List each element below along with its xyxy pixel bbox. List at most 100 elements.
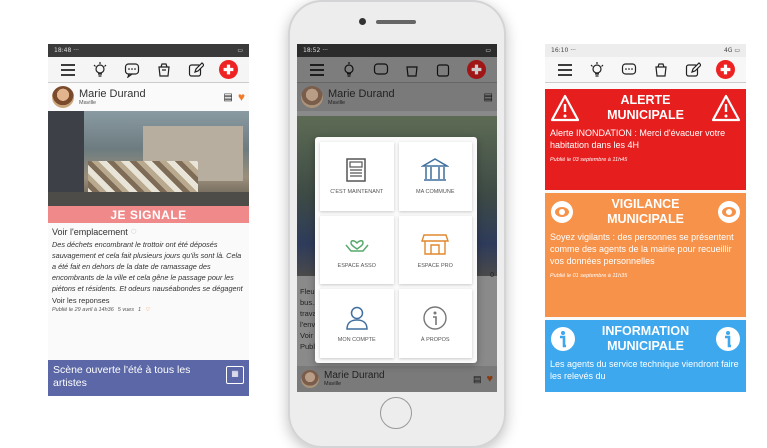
eye-icon — [551, 201, 573, 223]
replies-link[interactable]: Voir les reponses — [48, 296, 249, 305]
edit-icon[interactable] — [435, 61, 453, 79]
menu-icon[interactable] — [59, 61, 77, 79]
chat-icon[interactable] — [372, 61, 390, 79]
vigilance-title: VIGILANCE — [611, 197, 680, 211]
status-bar: 16:10 ··· 4G ▭ — [545, 44, 746, 57]
location-pin-icon[interactable]: ◌ — [131, 226, 137, 237]
post-photo — [48, 111, 249, 206]
newspaper-icon — [346, 158, 366, 183]
vigilance-subtitle: MUNICIPALE — [607, 212, 684, 226]
post-likes: 1 — [137, 307, 142, 313]
network-label: 4G — [723, 47, 733, 54]
status-time: 18:48 — [54, 47, 72, 54]
author-sub: Maville — [79, 99, 97, 106]
heart-icon[interactable]: ♥ — [238, 90, 245, 104]
menu-item-cest-maintenant[interactable]: C'EST MAINTENANT — [320, 142, 394, 211]
battery-icon: ▭ — [485, 47, 491, 54]
menu-label: C'EST MAINTENANT — [330, 189, 384, 196]
hands-heart-icon — [345, 240, 369, 252]
signal-banner: JE SIGNALE — [48, 206, 249, 223]
menu-icon[interactable] — [556, 61, 574, 79]
avatar — [301, 86, 323, 108]
warning-icon — [550, 94, 580, 122]
menu-icon[interactable] — [308, 61, 326, 79]
lightbulb-icon[interactable] — [340, 61, 358, 79]
info-icon — [715, 327, 740, 351]
alert-meta: Publié le 03 septembre à 11h45 — [550, 157, 628, 163]
red-cross-icon[interactable] — [467, 60, 487, 79]
small-heart-icon: ♡ — [145, 307, 150, 313]
info-icon — [551, 327, 575, 351]
comment-icon: ▤ — [483, 91, 493, 103]
information-title: INFORMATION — [601, 324, 690, 338]
right-phone-screen: 16:10 ··· 4G ▭ ALERTE MUNICIPALE Alerte … — [545, 44, 746, 392]
heart-icon: ♥ — [486, 373, 493, 385]
home-button[interactable] — [380, 397, 412, 429]
status-bar: 18:52 ··· ▭ — [297, 44, 497, 57]
avatar[interactable] — [52, 86, 74, 108]
edit-icon[interactable] — [684, 61, 702, 79]
menu-item-espace-pro[interactable]: ESPACE PRO — [398, 215, 472, 285]
warning-icon — [711, 94, 741, 122]
location-link[interactable]: Voir l'emplacement — [52, 227, 128, 237]
comment-icon[interactable]: ▤ — [223, 92, 232, 103]
menu-label: À PROPOS — [420, 336, 450, 343]
status-dots: ··· — [73, 47, 79, 54]
battery-icon: ▭ — [237, 47, 243, 54]
basket-icon[interactable] — [155, 61, 173, 79]
edit-icon[interactable] — [187, 61, 205, 79]
user-icon — [345, 306, 368, 330]
lightbulb-icon[interactable] — [588, 61, 606, 79]
status-bar: 18:48 ··· ▭ — [48, 44, 249, 57]
chat-icon[interactable] — [123, 61, 141, 79]
menu-item-a-propos[interactable]: À PROPOS — [398, 289, 472, 358]
author-sub: Maville — [324, 381, 342, 387]
shop-icon — [421, 234, 450, 255]
vigilance-body: Soyez vigilants : des personnes se prése… — [550, 232, 734, 266]
author-name: Marie Durand — [328, 87, 395, 100]
alert-card[interactable]: ALERTE MUNICIPALE Alerte INONDATION : Me… — [545, 89, 746, 190]
menu-item-mon-compte[interactable]: MON COMPTE — [320, 289, 394, 358]
status-time: 18:52 — [303, 47, 321, 54]
post-header: Marie Durand Maville ▤ — [297, 83, 497, 111]
menu-item-espace-asso[interactable]: ESPACE ASSO — [320, 215, 394, 285]
red-cross-icon[interactable] — [716, 60, 735, 79]
menu-label: MA COMMUNE — [416, 189, 455, 196]
author-sub: Maville — [328, 99, 346, 106]
red-cross-icon[interactable] — [219, 60, 238, 79]
camera — [359, 18, 366, 25]
information-card[interactable]: INFORMATION MUNICIPALE Les agents du ser… — [545, 320, 746, 392]
post-views: 5 vues — [117, 307, 134, 313]
vigilance-card[interactable]: VIGILANCE MUNICIPALE Soyez vigilants : d… — [545, 193, 746, 317]
basket-icon[interactable] — [403, 61, 421, 79]
author-name: Marie Durand — [324, 370, 385, 381]
toolbar — [297, 57, 497, 83]
side-count: 0 — [490, 272, 494, 279]
calendar-icon: ▦ — [226, 366, 244, 384]
post-body: Des déchets encombrant le trottoir ont é… — [52, 240, 243, 293]
menu-label: ESPACE ASSO — [337, 262, 376, 269]
status-dots: ··· — [570, 47, 576, 54]
post-meta: Publié le 29 avril à 14h36 — [52, 307, 114, 313]
basket-icon[interactable] — [652, 61, 670, 79]
menu-item-ma-commune[interactable]: MA COMMUNE — [398, 142, 472, 211]
alert-body: Alerte INONDATION : Merci d'évacuer votr… — [550, 128, 726, 150]
comment-icon: ▤ — [472, 373, 482, 384]
bottom-post-header: Marie Durand Maville ▤ ♥ — [297, 366, 497, 392]
info-icon — [423, 305, 447, 330]
town-hall-icon — [421, 158, 450, 182]
menu-overlay: C'EST MAINTENANT MA COMMUNE ESPACE ASSO … — [315, 137, 477, 363]
event-card[interactable]: Scène ouverte l'été à tous les artistes … — [48, 360, 249, 396]
lightbulb-icon[interactable] — [91, 61, 109, 79]
chat-icon[interactable] — [620, 61, 638, 79]
information-subtitle: MUNICIPALE — [607, 339, 684, 353]
status-dots: ··· — [322, 47, 328, 54]
status-time: 16:10 — [551, 47, 569, 54]
post-header: Marie Durand Maville ▤ ♥ — [48, 83, 249, 111]
speaker — [376, 20, 416, 24]
toolbar — [545, 57, 746, 83]
menu-label: MON COMPTE — [337, 336, 376, 343]
author-name[interactable]: Marie Durand — [79, 88, 218, 100]
eye-icon — [717, 201, 740, 223]
alert-title: ALERTE — [620, 93, 671, 107]
